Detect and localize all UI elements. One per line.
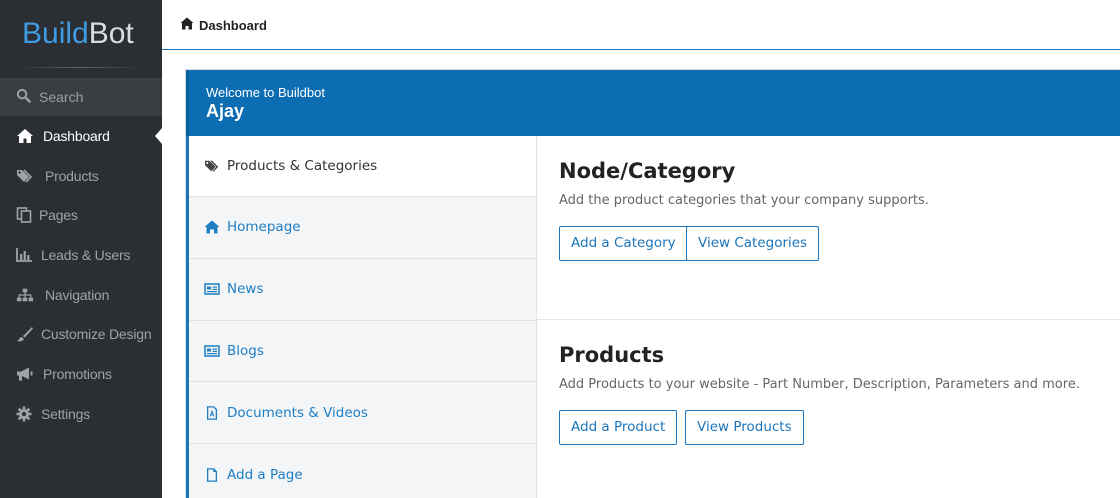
section-divider xyxy=(537,319,1120,320)
welcome-text: Welcome to Buildbot xyxy=(206,85,325,100)
gear-icon xyxy=(16,405,36,423)
brush-icon xyxy=(16,325,36,343)
sidebar-item-promotions[interactable]: Promotions xyxy=(0,354,162,394)
newspaper-icon xyxy=(204,343,222,359)
sidebar-item-label: Customize Design xyxy=(41,326,152,343)
logo-part-build: Build xyxy=(22,17,89,50)
dashboard-tabs: Products & Categories Homepage News Blog… xyxy=(186,136,537,498)
tab-add-page[interactable]: Add a Page xyxy=(189,444,536,498)
logo[interactable]: BuildBot xyxy=(0,0,162,72)
sidebar-item-dashboard[interactable]: Dashboard xyxy=(0,116,162,156)
logo-text: BuildBot xyxy=(22,16,134,52)
sidebar-item-products[interactable]: Products xyxy=(0,156,162,196)
tab-content: Node/Category Add the product categories… xyxy=(537,136,1120,498)
pdf-file-icon xyxy=(204,405,222,421)
section-title-products: Products xyxy=(559,343,665,367)
tab-documents-videos[interactable]: Documents & Videos xyxy=(189,382,536,445)
tab-label: Blogs xyxy=(227,342,264,359)
sidebar-item-label: Dashboard xyxy=(43,127,110,144)
tags-icon xyxy=(204,158,222,174)
view-categories-button[interactable]: View Categories xyxy=(686,226,820,261)
sidebar-item-label: Navigation xyxy=(45,286,110,303)
home-icon xyxy=(16,127,36,145)
tab-label: News xyxy=(227,281,264,298)
section-description-category: Add the product categories that your com… xyxy=(559,193,929,208)
tab-blogs[interactable]: Blogs xyxy=(189,321,536,383)
sidebar-item-label: Leads & Users xyxy=(41,246,131,263)
sidebar-item-leads-users[interactable]: Leads & Users xyxy=(0,235,162,275)
view-products-button[interactable]: View Products xyxy=(685,410,804,445)
app-root: BuildBot Search Dashboard Products Pages xyxy=(0,0,1120,498)
sidebar-item-settings[interactable]: Settings xyxy=(0,394,162,434)
logo-divider xyxy=(16,67,146,68)
copy-icon xyxy=(16,206,36,224)
section-title-category: Node/Category xyxy=(559,159,736,183)
add-category-button[interactable]: Add a Category xyxy=(559,226,688,261)
sidebar-item-pages[interactable]: Pages xyxy=(0,195,162,235)
tab-homepage[interactable]: Homepage xyxy=(189,197,536,259)
sidebar-item-customize-design[interactable]: Customize Design xyxy=(0,314,162,354)
newspaper-icon xyxy=(204,281,222,297)
tab-label: Add a Page xyxy=(227,467,303,484)
sidebar-item-label: Products xyxy=(45,167,99,184)
dashboard-panel: Welcome to Buildbot Ajay Products & Cate… xyxy=(185,69,1120,498)
content-area: Welcome to Buildbot Ajay Products & Cate… xyxy=(162,51,1120,498)
tab-label: Documents & Videos xyxy=(227,404,368,421)
sidebar-item-label: Settings xyxy=(41,405,90,422)
welcome-header: Welcome to Buildbot Ajay xyxy=(186,70,1120,136)
breadcrumb-label: Dashboard xyxy=(199,17,267,33)
home-icon xyxy=(180,17,199,33)
tab-news[interactable]: News xyxy=(189,259,536,321)
section-description-products: Add Products to your website - Part Numb… xyxy=(559,377,1080,392)
breadcrumb[interactable]: Dashboard xyxy=(180,17,267,33)
sidebar-item-label: Promotions xyxy=(43,365,112,382)
tags-icon xyxy=(16,167,36,185)
tab-label: Products & Categories xyxy=(227,158,378,174)
logo-part-bot: Bot xyxy=(88,17,134,50)
sidebar-item-label: Pages xyxy=(39,207,78,224)
tab-label: Homepage xyxy=(227,219,301,236)
megaphone-icon xyxy=(16,365,36,383)
search-label: Search xyxy=(39,89,84,105)
top-bar: Dashboard xyxy=(162,0,1120,50)
search-icon xyxy=(16,88,31,107)
user-name: Ajay xyxy=(206,101,245,121)
sidebar: BuildBot Search Dashboard Products Pages xyxy=(0,0,162,498)
home-icon xyxy=(204,219,222,235)
add-product-button[interactable]: Add a Product xyxy=(559,410,678,445)
active-indicator xyxy=(155,128,162,144)
bar-chart-icon xyxy=(16,246,36,264)
file-icon xyxy=(204,467,222,483)
sidebar-item-navigation[interactable]: Navigation xyxy=(0,275,162,315)
sidebar-nav: Dashboard Products Pages Leads & Users N… xyxy=(0,116,162,434)
sitemap-icon xyxy=(16,286,36,304)
sidebar-search[interactable]: Search xyxy=(0,78,162,116)
tab-products-categories[interactable]: Products & Categories xyxy=(189,136,536,197)
